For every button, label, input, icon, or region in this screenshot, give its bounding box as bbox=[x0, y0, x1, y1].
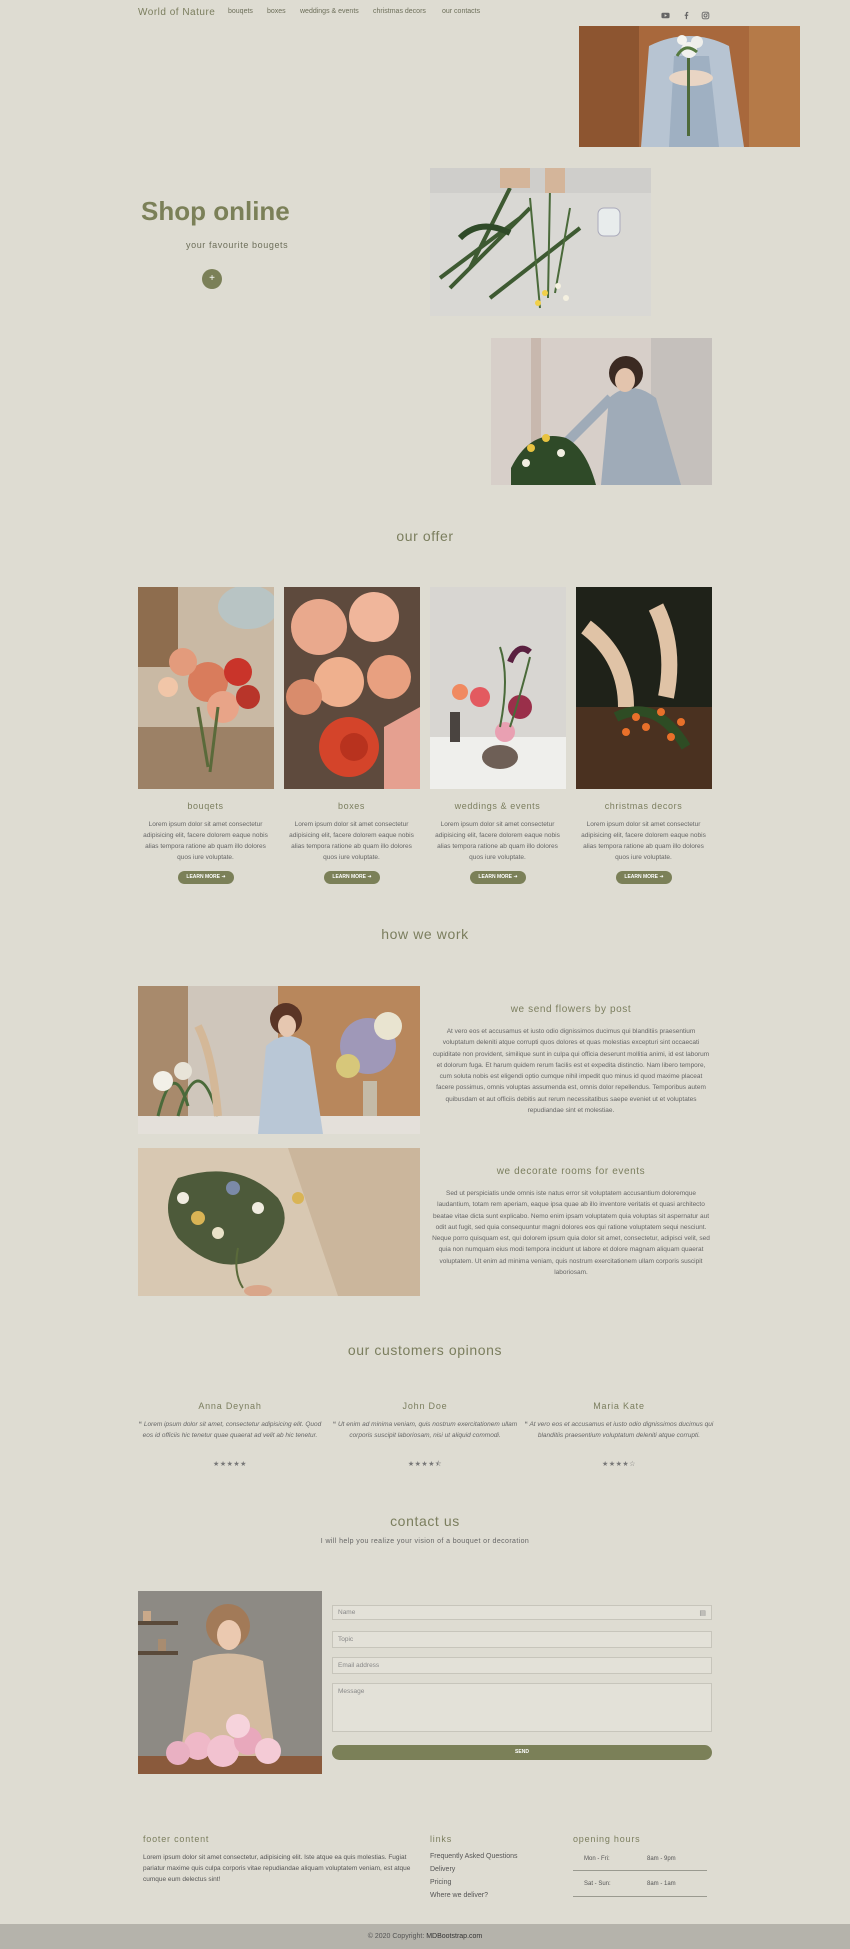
how-item-title: we decorate rooms for events bbox=[496, 1166, 646, 1177]
send-button[interactable]: SEND bbox=[332, 1745, 712, 1760]
hero-subtitle: your favourite bougets bbox=[186, 240, 289, 250]
footer-links-title: links bbox=[430, 1834, 453, 1844]
nav-link-christmas[interactable]: christmas decors bbox=[373, 8, 426, 15]
message-field[interactable]: Message bbox=[332, 1683, 712, 1732]
quote-icon: “ bbox=[524, 1421, 528, 1428]
email-field[interactable]: Email address bbox=[332, 1657, 712, 1674]
learn-more-label: LEARN MORE bbox=[624, 874, 659, 880]
copyright-text: © 2020 Copyright: bbox=[367, 1933, 425, 1940]
how-section-title: how we work bbox=[381, 926, 469, 942]
facebook-icon[interactable] bbox=[682, 7, 691, 20]
contact-subtitle: I will help you realize your vision of a… bbox=[320, 1538, 530, 1545]
message-placeholder: Message bbox=[338, 1688, 365, 1695]
arrow-right-icon: ➜ bbox=[367, 874, 372, 880]
hours-time: 8am - 1am bbox=[647, 1881, 676, 1887]
review-name: John Doe bbox=[402, 1401, 448, 1411]
offer-card-title: bouqets bbox=[187, 801, 224, 811]
nav-link-bouqets[interactable]: bouqets bbox=[228, 8, 253, 15]
email-placeholder: Email address bbox=[338, 1662, 380, 1669]
how-photo-hanging-bouquet bbox=[138, 1148, 420, 1296]
review-text: “ Ut enim ad minima veniam, quis nostrum… bbox=[332, 1421, 518, 1439]
reviews-section-title: our customers opinons bbox=[347, 1342, 503, 1358]
offer-card-description: Lorem ipsum dolor sit amet consectetur a… bbox=[435, 821, 560, 861]
quote-icon: “ bbox=[138, 1421, 143, 1428]
name-placeholder: Name bbox=[338, 1609, 356, 1616]
arrow-right-icon: ➜ bbox=[221, 874, 226, 880]
hours-time: 8am - 9pm bbox=[647, 1856, 676, 1862]
review-text: “ At vero eos et accusamus et iusto odio… bbox=[524, 1421, 714, 1439]
learn-more-button[interactable]: LEARN MORE ➜ bbox=[324, 871, 380, 884]
hero-photo-woman-bouquet bbox=[579, 26, 800, 147]
how-item-title: we send flowers by post bbox=[510, 1004, 632, 1015]
how-item-text: At vero eos et accusamus et iusto odio d… bbox=[432, 1028, 710, 1115]
offer-card-image-christmas bbox=[576, 587, 712, 789]
copyright-link[interactable]: MDBootstrap.com bbox=[426, 1933, 482, 1940]
copyright-bar: © 2020 Copyright: MDBootstrap.com bbox=[0, 1924, 850, 1949]
offer-card-title: boxes bbox=[337, 801, 366, 811]
learn-more-button[interactable]: LEARN MORE ➜ bbox=[470, 871, 526, 884]
star-rating-icon: ★★★★☆ bbox=[602, 1461, 636, 1468]
hours-days: Mon - Fri: bbox=[584, 1856, 610, 1862]
review-name: Anna Deynah bbox=[198, 1401, 262, 1411]
nav-link-contacts[interactable]: our contacts bbox=[442, 8, 480, 15]
footer-content-title: footer content bbox=[143, 1834, 210, 1844]
offer-card-image-weddings bbox=[430, 587, 566, 789]
learn-more-button[interactable]: LEARN MORE ➜ bbox=[178, 871, 234, 884]
arrow-right-icon: ➜ bbox=[659, 874, 664, 880]
hero-title: Shop online bbox=[141, 196, 290, 226]
id-card-icon: ▤ bbox=[699, 1610, 706, 1617]
footer-link-delivery[interactable]: Delivery bbox=[430, 1866, 455, 1873]
review-text: “ Lorem ipsum dolor sit amet, consectetu… bbox=[138, 1421, 322, 1439]
offer-card-title: weddings & events bbox=[454, 801, 541, 811]
hero-photo-florist bbox=[491, 338, 712, 485]
name-field[interactable]: Name ▤ bbox=[332, 1605, 712, 1620]
footer-link-pricing[interactable]: Pricing bbox=[430, 1879, 451, 1886]
footer-link-faq[interactable]: Frequently Asked Questions bbox=[430, 1853, 518, 1860]
review-name: Maria Kate bbox=[593, 1401, 645, 1411]
contact-photo-florist-peonies bbox=[138, 1591, 322, 1774]
hero-photo-flowers-table bbox=[430, 168, 651, 316]
offer-card-description: Lorem ipsum dolor sit amet consectetur a… bbox=[289, 821, 414, 861]
footer-hours-title: opening hours bbox=[573, 1834, 641, 1844]
instagram-icon[interactable] bbox=[701, 7, 710, 20]
hours-days: Sat - Sun: bbox=[584, 1881, 611, 1887]
hours-row: Sat - Sun: 8am - 1am bbox=[573, 1871, 707, 1897]
footer-link-where-deliver[interactable]: Where we deliver? bbox=[430, 1892, 488, 1899]
footer-content-text: Lorem ipsum dolor sit amet consectetur, … bbox=[143, 1854, 411, 1883]
contact-section-title: contact us bbox=[390, 1513, 460, 1529]
nav-link-weddings[interactable]: weddings & events bbox=[300, 8, 359, 15]
nav-link-boxes[interactable]: boxes bbox=[267, 8, 286, 15]
star-rating-icon: ★★★★★ bbox=[213, 1461, 247, 1468]
offer-card-image-boxes bbox=[284, 587, 420, 789]
how-item-text: Sed ut perspiciatis unde omnis iste natu… bbox=[432, 1190, 710, 1277]
hero-plus-button[interactable]: + bbox=[202, 269, 222, 289]
offer-card-description: Lorem ipsum dolor sit amet consectetur a… bbox=[581, 821, 706, 861]
navbar: World of Nature bouqets boxes weddings &… bbox=[0, 0, 850, 26]
youtube-icon[interactable] bbox=[661, 7, 670, 19]
quote-icon: “ bbox=[332, 1421, 337, 1428]
topic-placeholder: Topic bbox=[338, 1636, 354, 1643]
brand-logo[interactable]: World of Nature bbox=[138, 7, 215, 18]
offer-card-title: christmas decors bbox=[604, 801, 683, 811]
how-photo-florist-studio bbox=[138, 986, 420, 1134]
offer-section-title: our offer bbox=[396, 528, 454, 544]
topic-field[interactable]: Topic bbox=[332, 1631, 712, 1648]
star-rating-icon: ★★★★⯪ bbox=[407, 1461, 443, 1468]
learn-more-button[interactable]: LEARN MORE ➜ bbox=[616, 871, 672, 884]
learn-more-label: LEARN MORE bbox=[332, 874, 367, 880]
offer-card-image-bouqets bbox=[138, 587, 274, 789]
arrow-right-icon: ➜ bbox=[513, 874, 518, 880]
learn-more-label: LEARN MORE bbox=[186, 874, 221, 880]
hours-row: Mon - Fri: 8am - 9pm bbox=[573, 1845, 707, 1871]
learn-more-label: LEARN MORE bbox=[478, 874, 513, 880]
offer-card-description: Lorem ipsum dolor sit amet consectetur a… bbox=[143, 821, 268, 861]
